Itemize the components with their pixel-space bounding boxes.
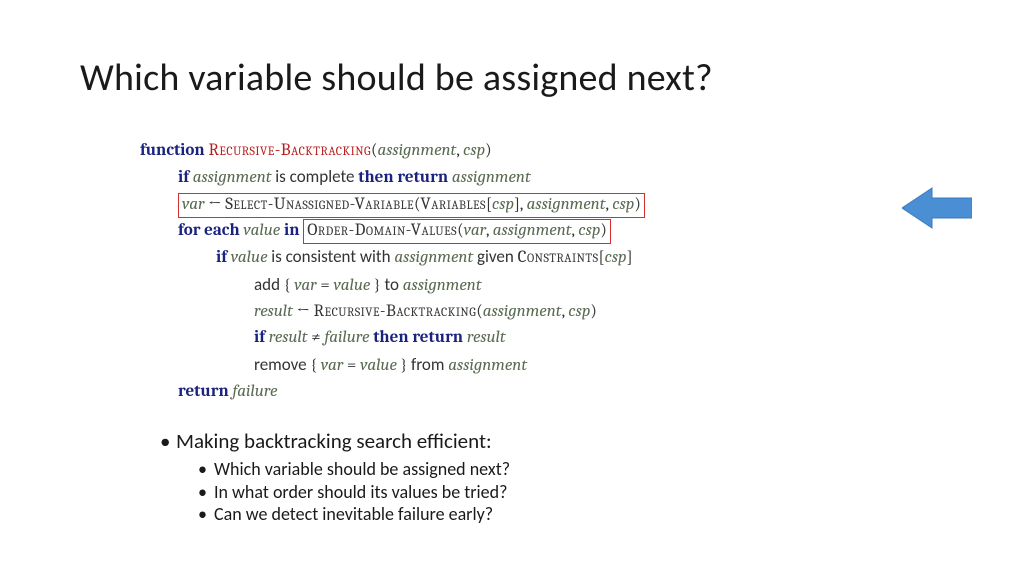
brace-l2: { <box>310 356 320 375</box>
algo-line-6: add { var = value } to assignment <box>140 272 900 299</box>
algo-line-5: if value is consistent with assignment g… <box>140 244 900 271</box>
fn-order-domain: Order-Domain-Values <box>307 221 457 240</box>
fn-select-unassigned: Select-Unassigned-Variable <box>225 195 414 214</box>
algo-line-1: function Recursive-Backtracking(assignme… <box>140 138 900 164</box>
bullet-sub-1: •Which variable should be assigned next? <box>198 458 510 481</box>
var-var3: var <box>321 356 343 375</box>
var-failure2: failure <box>232 382 277 401</box>
ret-assignment: assignment <box>452 168 531 187</box>
algo-line-3: var ← Select-Unassigned-Variable(Variabl… <box>140 192 900 218</box>
bullet-sub-1-text: Which variable should be assigned next? <box>214 458 510 480</box>
arg-assignment: assignment <box>493 221 572 240</box>
brace-l: { <box>284 276 294 295</box>
var-assignment: assignment <box>193 168 272 187</box>
txt-to: to <box>381 274 403 295</box>
arg-assignment2: assignment <box>483 302 562 321</box>
var-assignment5: assignment <box>448 356 527 375</box>
eq2: = <box>343 356 360 375</box>
kw-if: if <box>178 168 189 187</box>
bullet-sub-3-text: Can we detect inevitable failure early? <box>214 503 493 525</box>
txt-complete: is complete <box>275 166 358 187</box>
fn-constraints: Constraints <box>518 248 599 267</box>
kw-then-return2: then return <box>373 328 463 347</box>
brace-r2: } <box>397 356 407 375</box>
page-title: Which variable should be assigned next? <box>80 55 713 101</box>
pseudocode-block: function Recursive-Backtracking(assignme… <box>140 138 900 405</box>
txt-remove: remove <box>254 354 310 375</box>
highlight-box-order: Order-Domain-Values(var, assignment, csp… <box>303 219 611 244</box>
bullet-main-text: Making backtracking search efficient: <box>176 428 492 454</box>
txt-given: given <box>477 246 518 267</box>
var-result2: result <box>269 328 308 347</box>
algo-line-4: for each value in Order-Domain-Values(va… <box>140 218 900 244</box>
var-assignment2: assignment <box>527 195 606 214</box>
algo-line-7: result ← Recursive-Backtracking(assignme… <box>140 299 900 325</box>
var-value3: value <box>333 276 370 295</box>
bullet-sub-2: •In what order should its values be trie… <box>198 481 510 504</box>
arrow-left-icon <box>902 186 972 230</box>
txt-consistent: is consistent with <box>271 246 394 267</box>
slide: Which variable should be assigned next? … <box>0 0 1024 576</box>
arg-csp2: csp <box>568 302 590 321</box>
var-var2: var <box>294 276 316 295</box>
bullet-list: •Making backtracking search efficient: •… <box>160 428 510 526</box>
var-value2: value <box>231 248 268 267</box>
assign-arrow: ← <box>204 195 225 214</box>
var-csp3: csp <box>605 248 627 267</box>
brace-r: } <box>370 276 380 295</box>
var-csp: csp <box>492 195 514 214</box>
kw-return: return <box>178 382 229 401</box>
var-value: value <box>243 221 280 240</box>
txt-add: add <box>254 274 284 295</box>
fn-recursive-backtracking: Recursive-Backtracking <box>208 141 371 160</box>
kw-if3: if <box>254 328 265 347</box>
var-value4: value <box>360 356 397 375</box>
neq: ≠ <box>308 328 325 347</box>
var-csp2: csp <box>612 195 634 214</box>
arg-var: var <box>464 221 486 240</box>
txt-from: from <box>407 354 448 375</box>
fn-recursive-backtracking2: Recursive-Backtracking <box>314 302 477 321</box>
fn-variables: Variables <box>421 195 486 214</box>
highlight-box-select: var ← Select-Unassigned-Variable(Variabl… <box>178 193 645 218</box>
bullet-sub-3: •Can we detect inevitable failure early? <box>198 503 510 526</box>
var-failure: failure <box>324 328 369 347</box>
arg-csp: csp <box>578 221 600 240</box>
var-assignment3: assignment <box>394 248 473 267</box>
kw-then-return: then return <box>358 168 448 187</box>
eq: = <box>317 276 334 295</box>
bullet-sub-2-text: In what order should its values be tried… <box>214 481 507 503</box>
kw-foreach: for each <box>178 221 240 240</box>
ret-result: result <box>467 328 506 347</box>
kw-function: function <box>140 141 205 160</box>
algo-line-8: if result ≠ failure then return result <box>140 325 900 351</box>
algo-line-2: if assignment is complete then return as… <box>140 164 900 191</box>
assign-arrow2: ← <box>293 302 314 321</box>
var-result: result <box>254 302 293 321</box>
algo-line-10: return failure <box>140 379 900 405</box>
var-assignment4: assignment <box>403 276 482 295</box>
arg-csp: csp <box>463 141 485 160</box>
var-var: var <box>182 195 204 214</box>
arg-assignment: assignment <box>377 141 456 160</box>
kw-if2: if <box>216 248 227 267</box>
kw-in: in <box>284 221 300 240</box>
bullet-main: •Making backtracking search efficient: <box>160 428 510 455</box>
algo-line-9: remove { var = value } from assignment <box>140 352 900 379</box>
